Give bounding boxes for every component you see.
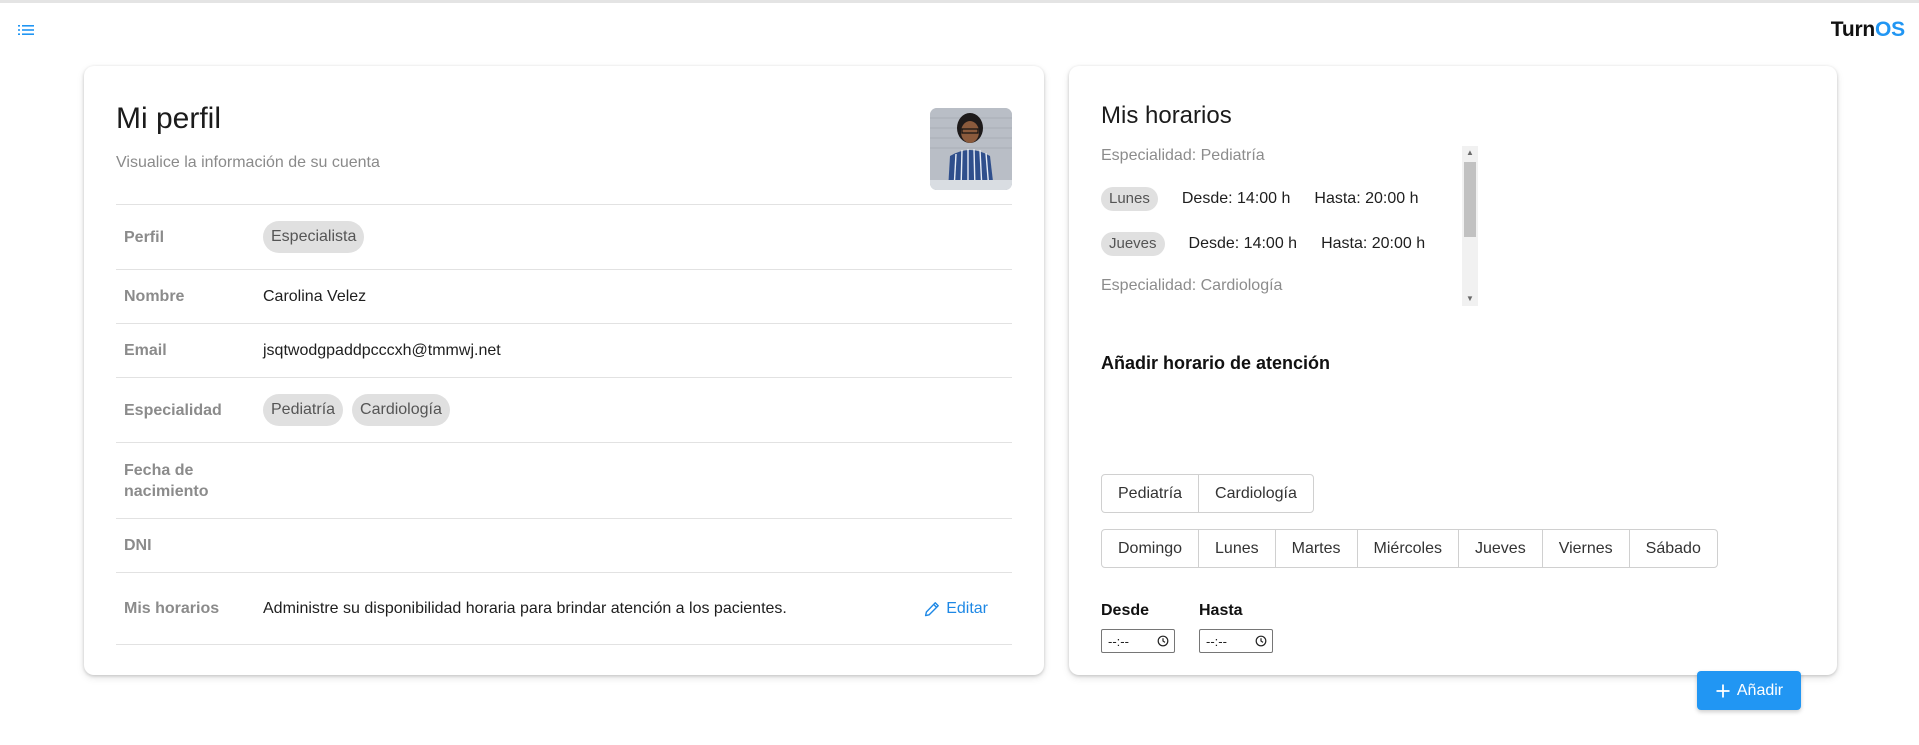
hours-title: Mis horarios: [1101, 102, 1232, 129]
value-email: jsqtwodgpaddpcccxh@tmmwj.net: [263, 341, 501, 359]
specialty-option[interactable]: Pediatría: [1101, 474, 1200, 513]
hours-card: Mis horarios Especialidad: Pediatría Lun…: [1069, 66, 1837, 710]
label-fecha-nacimiento: Fecha de nacimiento: [116, 460, 263, 502]
label-mis-horarios: Mis horarios: [124, 600, 220, 617]
clock-icon[interactable]: [1157, 635, 1169, 647]
plus-icon: [1716, 684, 1730, 697]
row-nombre: Nombre Carolina Velez: [116, 270, 1012, 324]
label-dni: DNI: [124, 537, 152, 554]
label-fecha-line2: nacimiento: [124, 482, 209, 500]
profile-subtitle: Visualice la información de su cuenta: [116, 154, 380, 171]
value-especialidad: Pediatría Cardiología: [263, 394, 1012, 426]
row-perfil: Perfil Especialista: [116, 205, 1012, 270]
label-nombre: Nombre: [124, 288, 185, 305]
specialty-chip: Pediatría: [263, 394, 344, 426]
hasta-field: Hasta --:--: [1199, 602, 1273, 653]
day-option[interactable]: Jueves: [1458, 529, 1543, 568]
clock-icon[interactable]: [1255, 635, 1267, 647]
day-option[interactable]: Lunes: [1198, 529, 1276, 568]
label-perfil: Perfil: [124, 228, 165, 246]
scroll-up-arrow-icon[interactable]: ▲: [1462, 146, 1478, 160]
hours-list: Especialidad: Pediatría Lunes Desde: 14:…: [1101, 146, 1477, 306]
menu-list-icon[interactable]: [16, 20, 36, 40]
row-email: Email jsqtwodgpaddpcccxh@tmmwj.net: [116, 324, 1012, 378]
schedule-row: Jueves Desde: 14:00 h Hasta: 20:00 h: [1101, 231, 1477, 256]
schedule-hasta: Hasta: 20:00 h: [1321, 234, 1426, 252]
specialty-heading: Especialidad: Pediatría: [1101, 147, 1265, 164]
schedule-desde: Desde: 14:00 h: [1188, 234, 1298, 252]
profile-type-chip: Especialista: [263, 221, 365, 253]
top-border: [0, 0, 1919, 3]
day-chip: Lunes: [1101, 186, 1158, 211]
hasta-placeholder: --:--: [1206, 633, 1227, 649]
day-option[interactable]: Sábado: [1628, 529, 1718, 568]
day-option[interactable]: Martes: [1274, 529, 1358, 568]
profile-table: Perfil Especialista Nombre Carolina Vele…: [116, 204, 1012, 645]
row-fecha-nacimiento: Fecha de nacimiento: [116, 443, 1012, 519]
day-option[interactable]: Miércoles: [1356, 529, 1459, 568]
avatar: [930, 108, 1012, 190]
day-chip: Jueves: [1101, 231, 1165, 256]
brand-suffix: OS: [1875, 18, 1905, 41]
scroll-down-arrow-icon[interactable]: ▼: [1462, 292, 1478, 306]
edit-link[interactable]: Editar: [924, 600, 988, 618]
desde-placeholder: --:--: [1108, 633, 1129, 649]
specialty-heading: Especialidad: Cardiología: [1101, 277, 1283, 294]
profile-card: Mi perfil Visualice la información de su…: [84, 66, 1044, 675]
desde-label: Desde: [1101, 602, 1150, 619]
brand-logo: TurnOS: [1831, 18, 1905, 42]
desde-field: Desde --:--: [1101, 602, 1175, 653]
day-option[interactable]: Viernes: [1541, 529, 1630, 568]
brand-prefix: Turn: [1830, 18, 1876, 41]
value-nombre: Carolina Velez: [263, 287, 367, 305]
pencil-icon: [925, 601, 940, 616]
label-email: Email: [124, 342, 167, 359]
profile-title: Mi perfil: [116, 102, 222, 135]
row-especialidad: Especialidad Pediatría Cardiología: [116, 378, 1012, 443]
value-perfil: Especialista: [263, 221, 1012, 253]
desde-time-input[interactable]: --:--: [1101, 629, 1175, 653]
schedule-desde: Desde: 14:00 h: [1181, 189, 1291, 207]
schedule-row: Lunes Desde: 14:00 h Hasta: 20:00 h: [1101, 186, 1477, 211]
edit-label: Editar: [946, 599, 988, 617]
row-mis-horarios: Mis horarios Administre su disponibilida…: [116, 573, 1012, 645]
hours-list-scrollbar[interactable]: ▲ ▼: [1462, 146, 1478, 306]
horarios-description: Administre su disponibilidad horaria par…: [263, 599, 787, 617]
specialty-chip: Cardiología: [352, 394, 450, 426]
hasta-label: Hasta: [1199, 602, 1243, 619]
label-especialidad: Especialidad: [124, 401, 222, 419]
day-selector: Domingo Lunes Martes Miércoles Jueves Vi…: [1101, 529, 1718, 568]
scroll-thumb[interactable]: [1464, 162, 1476, 237]
specialty-selector: Pediatría Cardiología: [1101, 474, 1314, 513]
label-fecha-line1: Fecha de: [124, 461, 194, 479]
specialty-option[interactable]: Cardiología: [1198, 474, 1314, 513]
add-button-label: Añadir: [1736, 681, 1784, 699]
value-mis-horarios: Administre su disponibilidad horaria par…: [263, 600, 1012, 618]
add-schedule-title: Añadir horario de atención: [1101, 353, 1331, 373]
add-schedule-button[interactable]: Añadir: [1697, 671, 1801, 710]
day-option[interactable]: Domingo: [1101, 529, 1200, 568]
schedule-hasta: Hasta: 20:00 h: [1314, 189, 1419, 207]
row-dni: DNI: [116, 519, 1012, 573]
hasta-time-input[interactable]: --:--: [1199, 629, 1273, 653]
